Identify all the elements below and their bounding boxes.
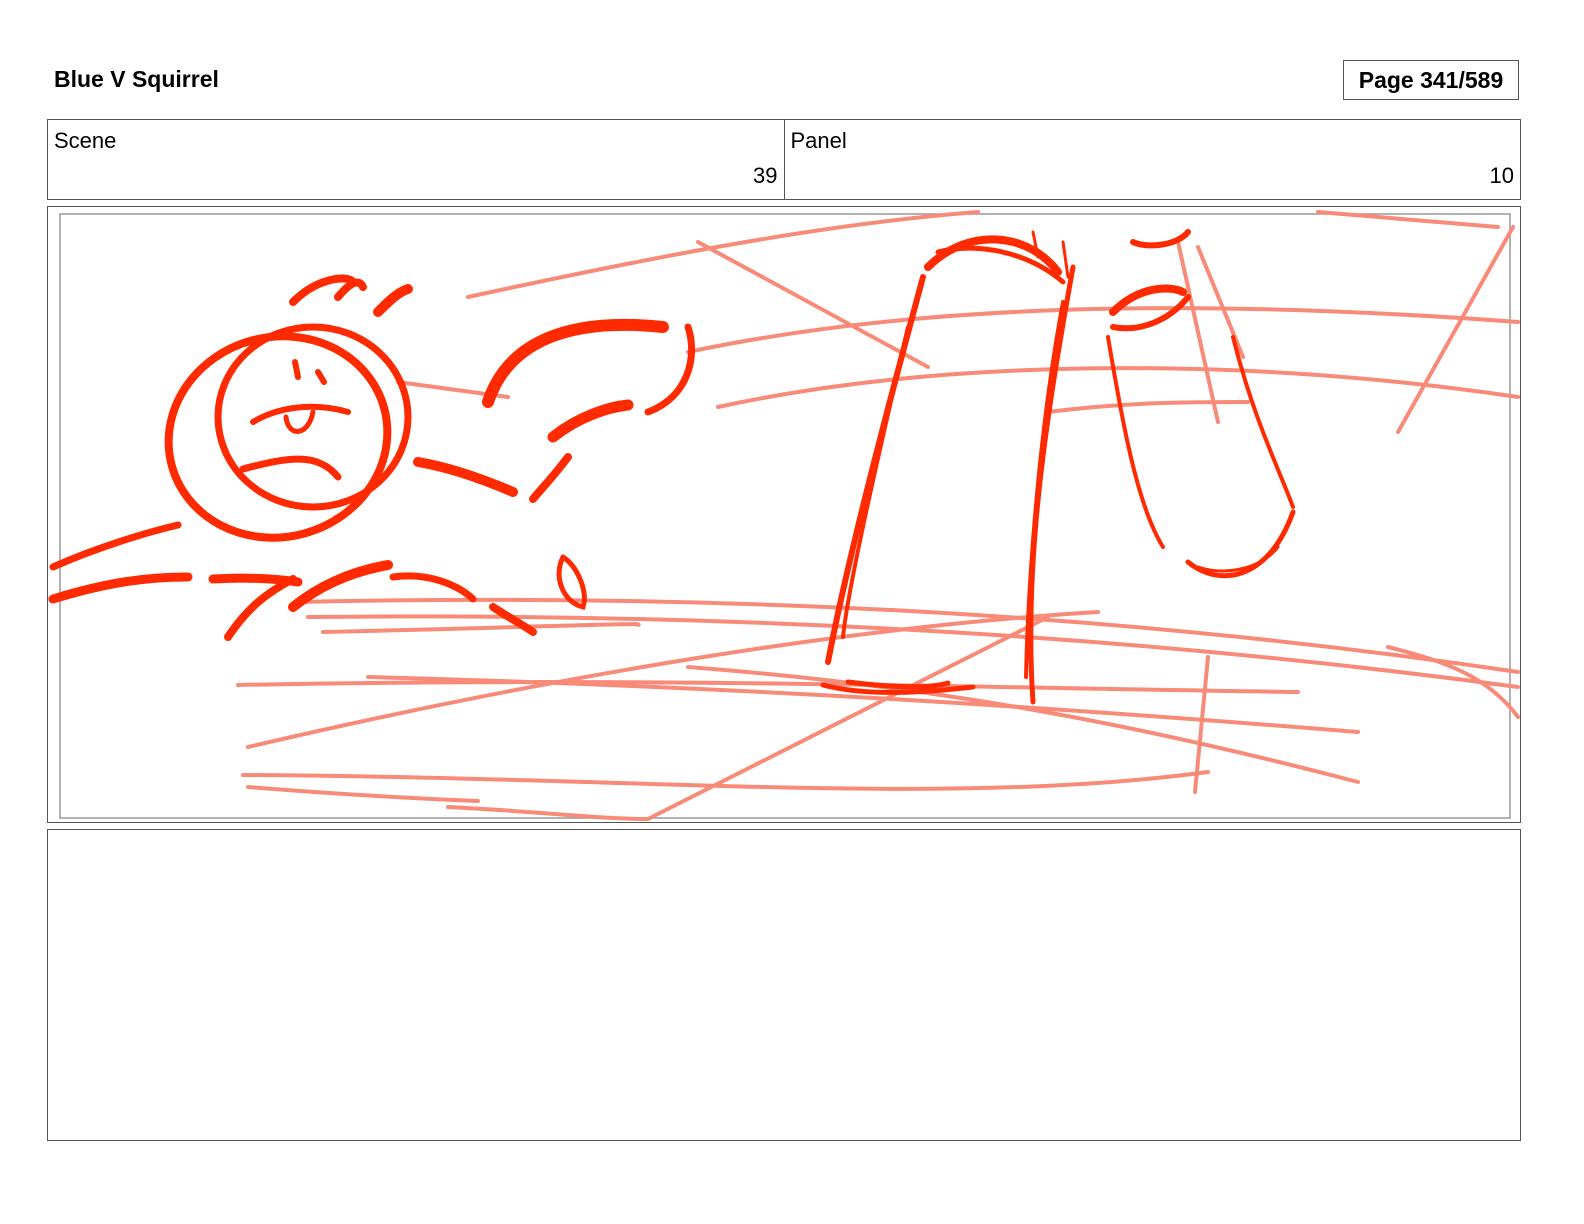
scene-label: Scene	[54, 128, 117, 153]
panel-cell: Panel 10	[783, 120, 1521, 199]
speed-line-2	[48, 572, 193, 604]
construction-lines	[236, 210, 1520, 821]
pillar-left2	[841, 325, 910, 639]
antenna-2	[1061, 240, 1070, 279]
speed-line-4	[224, 575, 297, 641]
scene-number: 39	[753, 163, 778, 188]
character-sketch	[48, 229, 1296, 705]
flask-right	[1231, 335, 1295, 509]
page-counter: Page 341/589	[1343, 60, 1519, 100]
speed-line-1	[49, 521, 182, 571]
panel-number: 10	[1489, 163, 1514, 188]
storyboard-panel	[47, 206, 1521, 823]
tail-upper	[482, 318, 669, 408]
arm	[413, 457, 518, 497]
sketch-drawing	[48, 210, 1520, 821]
tail-curve	[644, 323, 696, 416]
panel-label: Panel	[790, 128, 847, 153]
scene-cell: Scene 39	[48, 120, 784, 199]
eye-left	[292, 359, 301, 380]
panel-notes	[47, 829, 1521, 1141]
speed-line-6	[389, 572, 477, 603]
storyboard-title: Blue V Squirrel	[54, 66, 219, 92]
brow2	[334, 278, 367, 301]
tongue	[283, 409, 316, 434]
ear	[373, 284, 413, 317]
mouth	[239, 455, 342, 481]
snout	[250, 403, 351, 425]
tail-lower	[547, 399, 634, 443]
pillar-base2	[845, 679, 951, 690]
eye-right	[315, 369, 327, 385]
flask-bottom	[1185, 509, 1296, 579]
scene-panel-info: Scene 39 Panel 10	[47, 119, 1521, 200]
flask-bottom2	[1196, 545, 1280, 573]
tail-end	[529, 453, 572, 503]
